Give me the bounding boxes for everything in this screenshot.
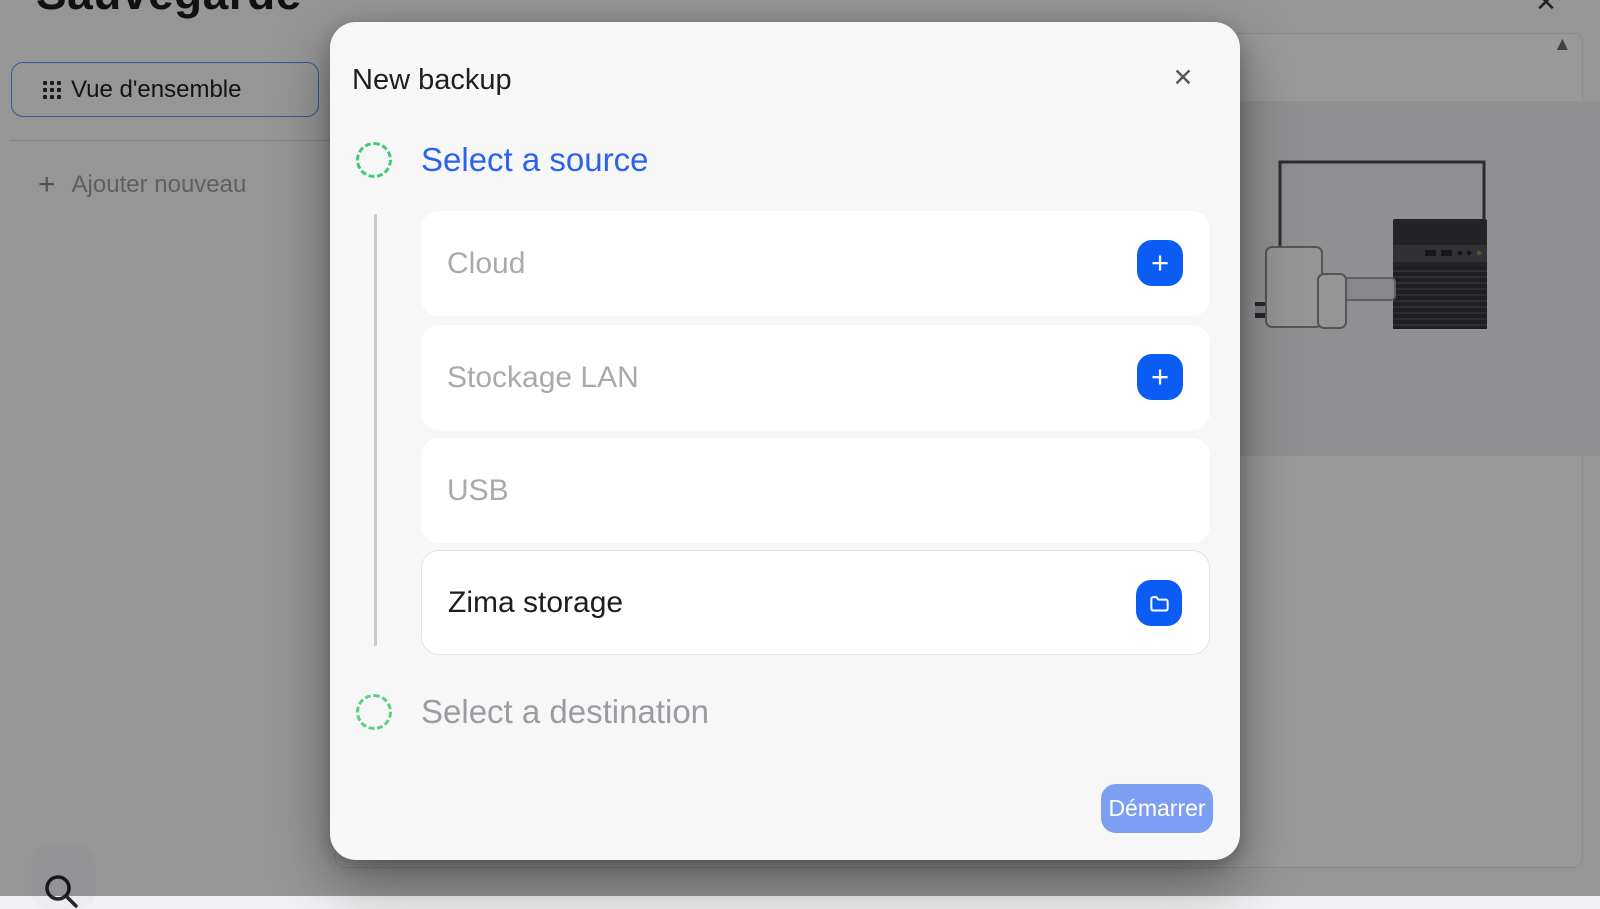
add-lan-source-button[interactable]: + [1137,354,1183,400]
add-cloud-source-button[interactable]: + [1137,240,1183,286]
source-card-label: USB [447,438,509,543]
modal-title: New backup [352,64,512,97]
step-source-circle-icon [356,142,392,178]
browse-zima-storage-button[interactable] [1136,580,1182,626]
plus-icon: + [1151,361,1169,392]
start-backup-button[interactable]: Démarrer [1101,784,1213,833]
close-icon: ✕ [1173,64,1194,92]
source-card-label: Stockage LAN [447,325,639,430]
step-destination-circle-icon [356,694,392,730]
step-source-label: Select a source [421,141,648,179]
folder-icon [1148,592,1171,615]
source-card-lan-storage[interactable]: Stockage LAN + [421,325,1210,430]
source-card-cloud[interactable]: Cloud + [421,211,1210,316]
step-connector-line [374,214,377,646]
modal-close-button[interactable]: ✕ [1165,60,1201,96]
source-card-label: Zima storage [448,551,623,654]
plus-icon: + [1151,247,1169,278]
source-card-label: Cloud [447,211,525,316]
source-card-zima-storage[interactable]: Zima storage [421,550,1210,655]
source-card-usb[interactable]: USB [421,438,1210,543]
step-destination-label: Select a destination [421,693,709,731]
new-backup-modal: New backup ✕ Select a source Cloud + Sto… [330,22,1240,860]
